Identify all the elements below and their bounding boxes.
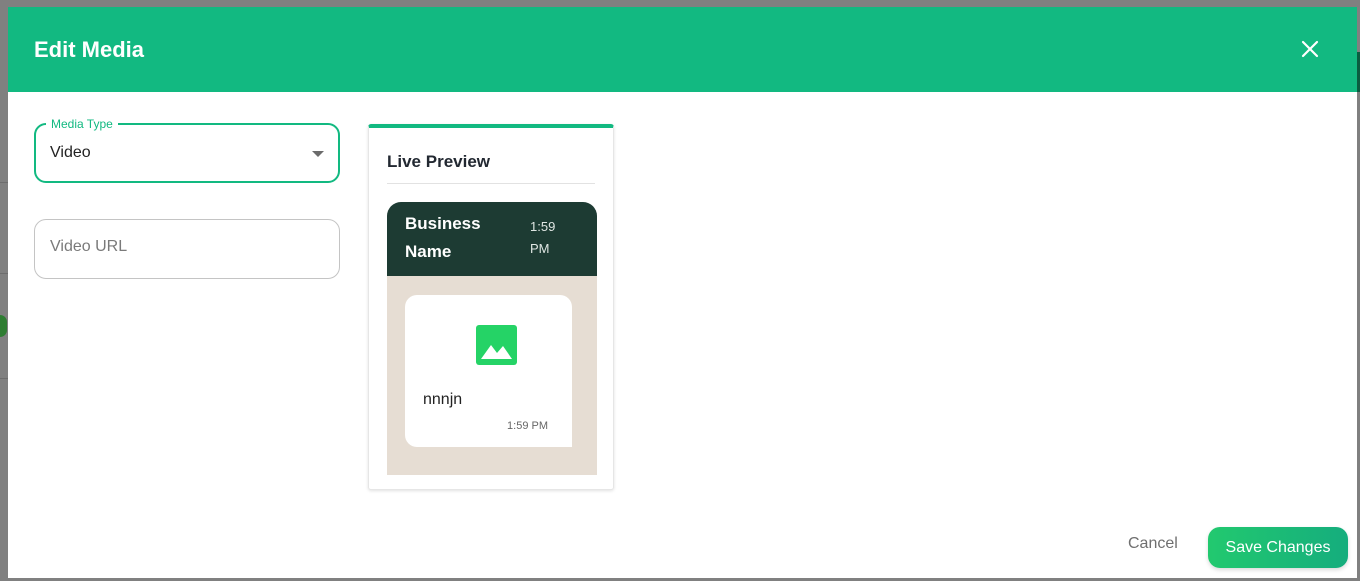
cancel-button[interactable]: Cancel (1128, 535, 1178, 553)
backdrop-avatar (0, 315, 7, 337)
message-bubble: nnnjn 1:59 PM (405, 295, 572, 447)
backdrop-divider (0, 273, 8, 274)
chat-area: nnnjn 1:59 PM (387, 276, 597, 475)
media-type-value: Video (50, 144, 91, 161)
video-url-input[interactable] (50, 238, 320, 256)
phone-preview: Business Name 1:59 PM nnnjn 1:59 PM (387, 202, 597, 475)
business-name: Business Name (405, 214, 481, 261)
header-time: 1:59 PM (530, 219, 556, 256)
message-text: nnnjn (423, 391, 463, 408)
message-time: 1:59 PM (507, 420, 548, 432)
close-icon[interactable] (1295, 34, 1325, 64)
dialog-header: Edit Media (8, 7, 1357, 92)
media-type-label: Media Type (46, 116, 118, 132)
live-preview-card: Live Preview Business Name 1:59 PM nnnjn… (368, 124, 614, 490)
backdrop-divider (0, 378, 8, 379)
edit-media-dialog: Edit Media Media Type Video Live Preview… (8, 7, 1357, 578)
dialog-title: Edit Media (34, 36, 145, 62)
preview-divider (387, 183, 595, 184)
image-icon (476, 325, 517, 365)
media-type-select[interactable]: Media Type Video (34, 116, 340, 183)
preview-title: Live Preview (387, 152, 491, 171)
chat-header: Business Name 1:59 PM (387, 202, 597, 276)
caret-down-icon (312, 151, 324, 157)
video-url-field[interactable] (34, 219, 340, 279)
backdrop-divider (0, 182, 8, 183)
save-changes-button[interactable]: Save Changes (1208, 527, 1348, 568)
